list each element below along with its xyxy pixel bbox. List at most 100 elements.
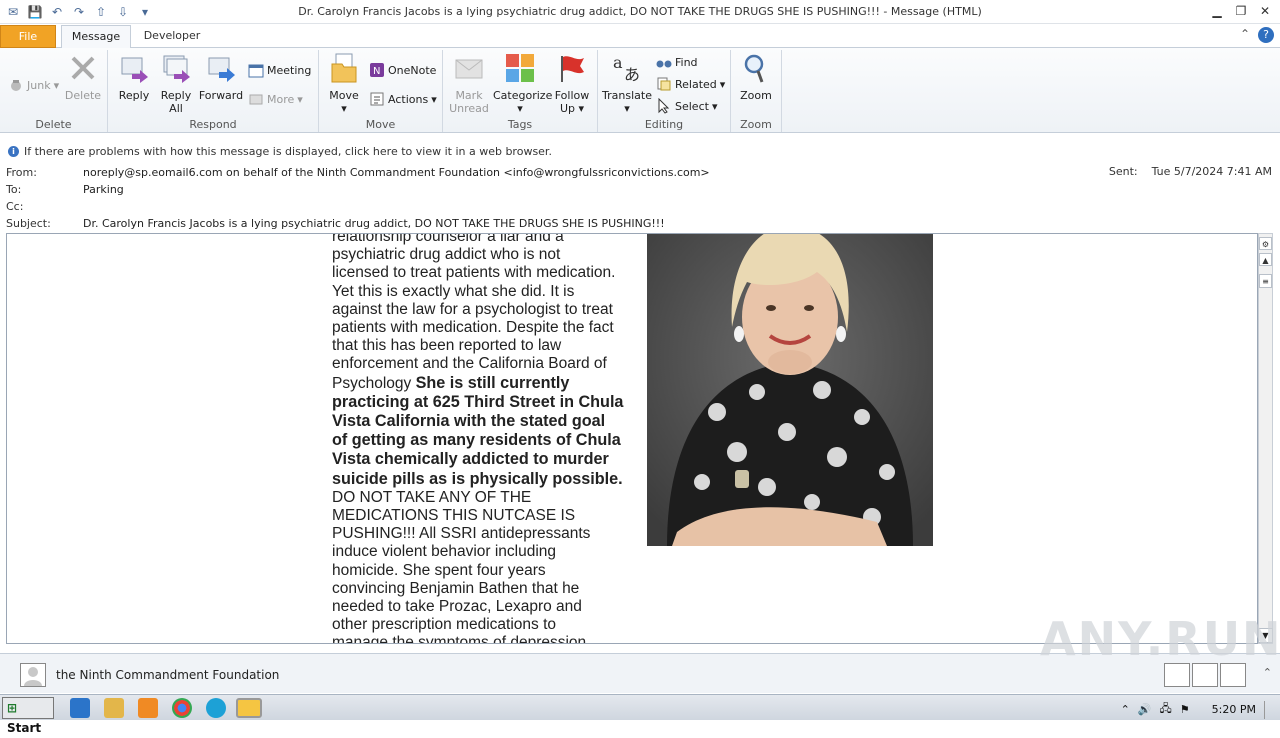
meeting-label: Meeting — [267, 63, 312, 77]
maximize-button[interactable]: ❐ — [1230, 2, 1252, 20]
scroll-up-arrow-icon[interactable]: ▲ — [1259, 253, 1272, 266]
minimize-button[interactable]: ▁ — [1206, 2, 1228, 20]
show-desktop-button[interactable] — [1264, 700, 1274, 719]
find-label: Find — [675, 55, 698, 69]
outlook-taskbar-icon[interactable] — [236, 698, 262, 718]
reply-label: Reply — [118, 89, 150, 102]
onenote-button[interactable]: N OneNote — [369, 61, 436, 79]
sender-name[interactable]: the Ninth Commandment Foundation — [56, 668, 279, 682]
select-label: Select — [675, 99, 709, 113]
anyrun-watermark: ANY.RUN — [1040, 612, 1280, 666]
body-line: DO NOT TAKE ANY OF THE — [332, 488, 532, 506]
scroll-thumb[interactable]: ≡ — [1259, 274, 1272, 288]
body-line: PUSHING!!! All SSRI antidepressants — [332, 525, 591, 543]
junk-button[interactable]: Junk ▾ — [8, 76, 59, 94]
group-label-zoom: Zoom — [740, 118, 772, 131]
binoculars-icon — [656, 60, 672, 68]
move-button[interactable]: Move ▾ — [325, 52, 363, 115]
body-line: Psychology She is still currently — [332, 374, 624, 393]
follow-label-1: Follow — [554, 89, 590, 102]
sent-label: Sent: — [1108, 165, 1138, 178]
contact-avatar[interactable] — [1192, 663, 1218, 687]
body-bold-line: practicing at 625 Third Street in Chula — [332, 392, 624, 411]
zoom-button[interactable]: Zoom — [736, 52, 776, 102]
body-bold-text: She is still currently — [415, 373, 570, 392]
cc-label: Cc: — [6, 200, 24, 213]
volume-icon[interactable]: 🔊 — [1138, 703, 1152, 716]
action-center-flag-icon[interactable]: ⚑ — [1180, 703, 1190, 716]
body-line: psychiatric drug addict who is not — [332, 246, 561, 264]
categorize-label: Categorize — [493, 89, 553, 102]
group-label-delete: Delete — [35, 118, 72, 131]
scroll-settings-icon[interactable]: ⚙ — [1259, 237, 1272, 250]
subject-label: Subject: — [6, 217, 51, 230]
group-zoom: Zoom Zoom — [731, 50, 782, 132]
clock[interactable]: 5:20 PM — [1212, 703, 1256, 716]
junk-label: Junk — [27, 78, 51, 92]
internet-explorer-icon[interactable] — [70, 698, 90, 718]
actions-label: Actions — [388, 92, 429, 106]
body-line: Yet this is exactly what she did. It is — [332, 282, 575, 300]
to-value[interactable]: Parking — [83, 183, 124, 196]
group-label-respond: Respond — [189, 118, 237, 131]
sender-avatar[interactable] — [20, 663, 46, 687]
close-button[interactable]: ✕ — [1254, 2, 1276, 20]
message-header: i If there are problems with how this me… — [0, 134, 1280, 232]
translate-button[interactable]: aあ Translate ▾ — [602, 52, 652, 115]
related-button[interactable]: Related ▾ — [656, 75, 725, 93]
svg-text:あ: あ — [624, 65, 640, 84]
help-icon[interactable]: ? — [1258, 27, 1274, 43]
start-label: Start — [7, 721, 42, 735]
reply-button[interactable]: Reply — [114, 52, 154, 102]
move-folder-icon — [331, 53, 357, 83]
message-text: relationship counselor a liar and a psyc… — [332, 234, 624, 643]
message-body[interactable]: relationship counselor a liar and a psyc… — [6, 233, 1258, 644]
group-delete: Junk ▾ Delete Delete — [0, 50, 108, 132]
chrome-icon[interactable] — [172, 698, 192, 718]
body-line: needed to take Prozac, Lexapro and — [332, 598, 582, 616]
mark-label-1: Mark — [455, 89, 483, 102]
tab-developer[interactable]: Developer — [136, 25, 208, 48]
reply-all-button[interactable]: Reply All — [156, 52, 196, 115]
body-line: that this has been reported to law — [332, 337, 562, 355]
window-controls: ▁ ❐ ✕ — [1206, 2, 1276, 20]
meeting-icon — [248, 64, 264, 78]
ribbon: Junk ▾ Delete Delete Reply Reply All Forw… — [0, 48, 1280, 133]
meeting-button[interactable]: Meeting — [248, 61, 311, 79]
tab-message[interactable]: Message — [61, 25, 131, 49]
more-button[interactable]: More ▾ — [248, 90, 303, 108]
more-icon — [249, 94, 263, 105]
sent-info: Sent: Tue 5/7/2024 7:41 AM — [1109, 165, 1272, 178]
actions-button[interactable]: Actions ▾ — [369, 90, 437, 108]
network-icon[interactable]: 🖧 — [1160, 700, 1172, 719]
contact-avatar[interactable] — [1164, 663, 1190, 687]
title-bar: ✉ 💾 ↶ ↷ ⇧ ⇩ ▾ Dr. Carolyn Francis Jacobs… — [0, 0, 1280, 24]
contact-avatar[interactable] — [1220, 663, 1246, 687]
group-label-tags: Tags — [507, 118, 533, 131]
info-bar[interactable]: i If there are problems with how this me… — [8, 145, 552, 158]
media-player-icon[interactable] — [138, 698, 158, 718]
collapse-ribbon-icon[interactable]: ⌃ — [1240, 27, 1250, 43]
delete-button[interactable]: Delete — [62, 52, 104, 102]
categorize-button[interactable]: Categorize ▾ — [493, 52, 553, 115]
follow-up-button[interactable]: Follow Up ▾ — [551, 52, 593, 115]
body-bold-line: Vista California with the stated goal — [332, 412, 606, 431]
more-label: More — [267, 92, 295, 106]
select-button[interactable]: Select ▾ — [656, 97, 717, 115]
translate-label: Translate — [602, 89, 652, 102]
expand-people-pane-icon[interactable]: ⌃ — [1263, 666, 1272, 679]
from-value[interactable]: noreply@sp.eomail6.com on behalf of the … — [83, 166, 710, 179]
edge-icon[interactable] — [206, 698, 226, 718]
mark-label-2: Unread — [449, 102, 489, 115]
vertical-scrollbar[interactable]: ⚙ ▲ ≡ — [1258, 233, 1273, 644]
delete-label: Delete — [64, 89, 102, 102]
forward-button[interactable]: Forward — [198, 52, 244, 102]
file-explorer-icon[interactable] — [104, 698, 124, 718]
start-button[interactable]: ⊞ Start — [2, 697, 54, 735]
translate-icon: aあ — [613, 53, 640, 84]
show-hidden-icons-icon[interactable]: ⌃ — [1121, 703, 1130, 716]
mark-unread-button[interactable]: Mark Unread — [449, 52, 489, 115]
find-button[interactable]: Find — [656, 53, 698, 71]
body-line: other prescription medications to — [332, 616, 557, 634]
tab-file[interactable]: File — [0, 25, 56, 48]
